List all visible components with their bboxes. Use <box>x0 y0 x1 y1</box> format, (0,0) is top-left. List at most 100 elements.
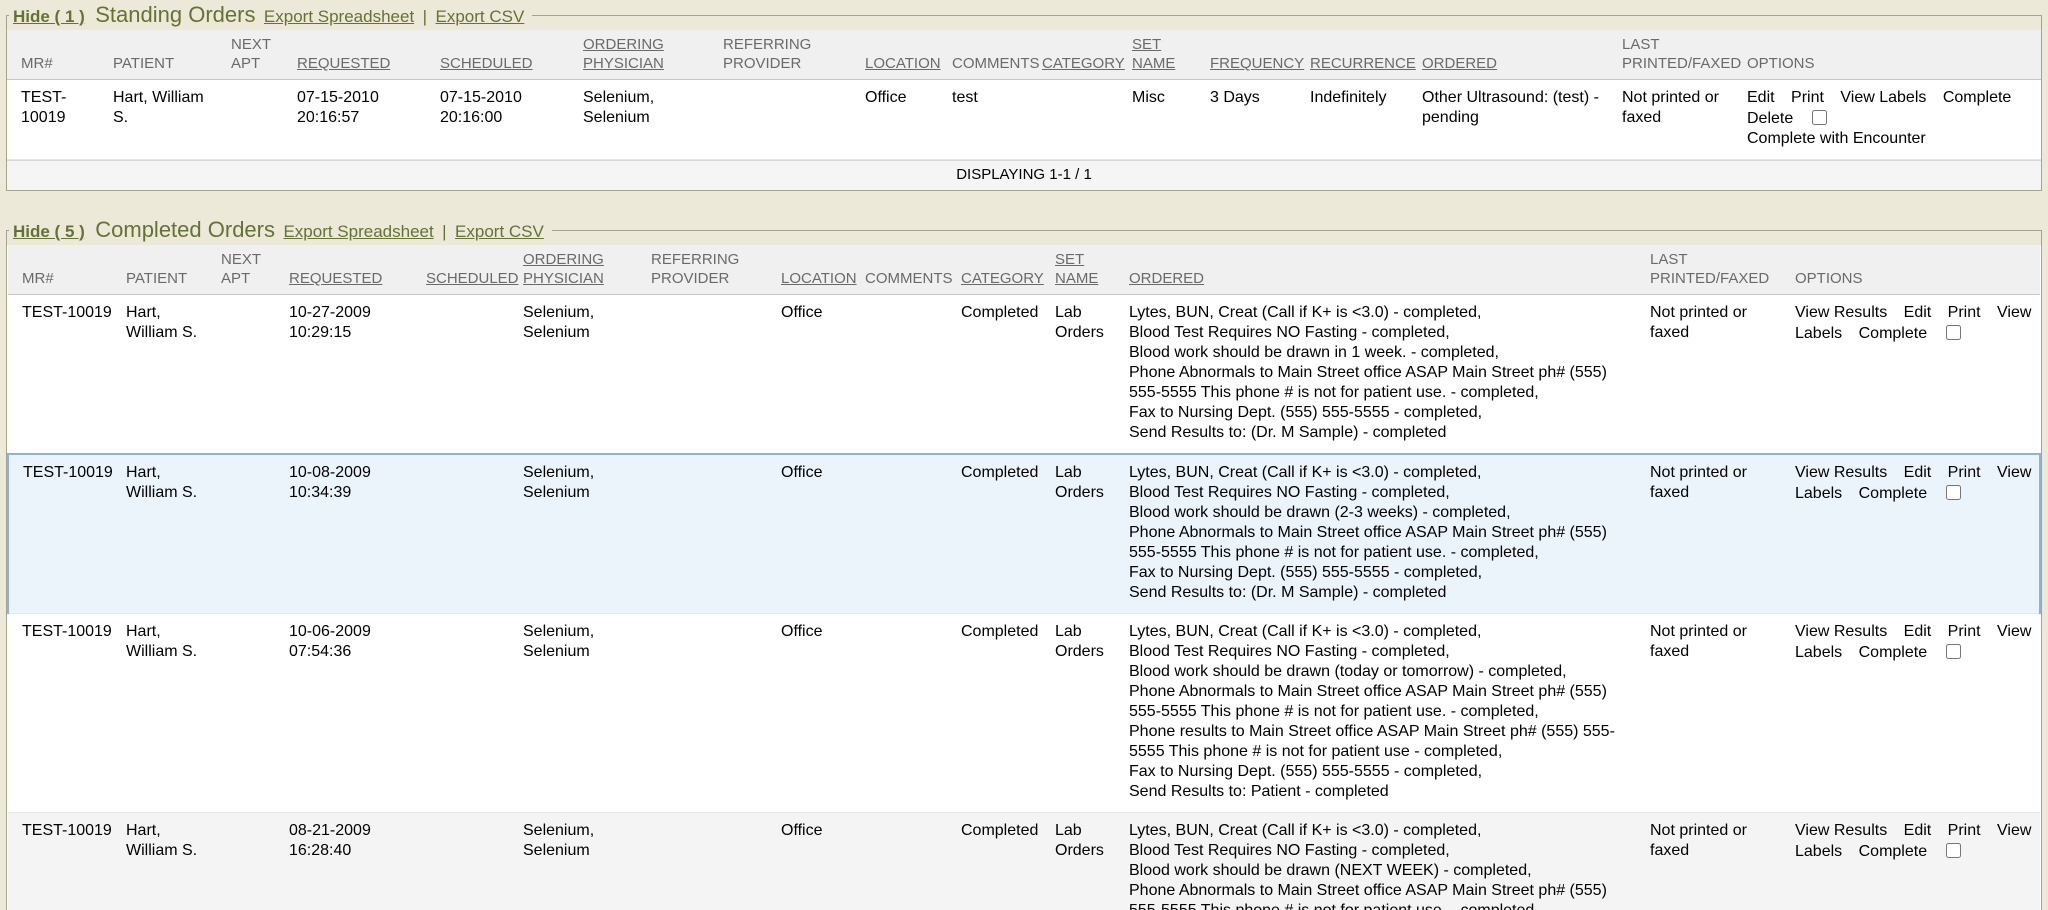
column-header-set_name[interactable]: SET NAME <box>1126 30 1204 80</box>
cell-options: View Results Edit Print View Labels Comp… <box>1789 454 2040 614</box>
cell-last_printed: Not printed or faxed <box>1616 80 1741 160</box>
view-results-link[interactable]: View Results <box>1795 623 1887 640</box>
column-header-location[interactable]: LOCATION <box>859 30 946 80</box>
table-row: TEST-10019Hart, William S. 08-21-2009 16:… <box>8 813 2040 910</box>
cell-location: Office <box>775 454 859 614</box>
edit-link[interactable]: Edit <box>1904 304 1932 321</box>
options-extra-row: Complete with Encounter <box>1747 129 2035 149</box>
complete-link[interactable]: Complete <box>1859 485 1927 502</box>
completed-orders-export-spreadsheet-link[interactable]: Export Spreadsheet <box>283 222 433 241</box>
view-labels-link[interactable]: View Labels <box>1840 89 1926 106</box>
table-row: TEST-10019Hart, William S.07-15-2010 20:… <box>7 80 2041 160</box>
column-header-scheduled[interactable]: SCHEDULED <box>420 245 517 295</box>
ordered-item: Blood Test Requires NO Fasting - complet… <box>1129 323 1638 343</box>
column-header-recurrence[interactable]: RECURRENCE <box>1304 30 1416 80</box>
cell-location: Office <box>775 614 859 813</box>
column-header-ordered[interactable]: ORDERED <box>1416 30 1616 80</box>
completed-orders-legend: Hide ( 5 ) Completed Orders Export Sprea… <box>9 217 552 243</box>
cell-requested: 07-15-2010 20:16:57 <box>291 80 434 160</box>
ordered-item: Phone Abnormals to Main Street office AS… <box>1129 363 1638 403</box>
ordered-item: Blood work should be drawn (NEXT WEEK) -… <box>1129 861 1638 881</box>
complete-link[interactable]: Complete <box>1859 843 1927 860</box>
cell-ordered: Lytes, BUN, Creat (Call if K+ is <3.0) -… <box>1123 454 1644 614</box>
column-header-next_apt: NEXT APT <box>225 30 291 80</box>
column-header-category[interactable]: CATEGORY <box>1036 30 1126 80</box>
column-header-options: OPTIONS <box>1741 30 2041 80</box>
options-checkbox[interactable] <box>1946 843 1961 858</box>
column-header-next_apt: NEXT APT <box>215 245 283 295</box>
cell-ordered: Lytes, BUN, Creat (Call if K+ is <3.0) -… <box>1123 813 1644 910</box>
complete-with-encounter-link[interactable]: Complete with Encounter <box>1747 130 1926 147</box>
complete-link[interactable]: Complete <box>1859 325 1927 342</box>
view-results-link[interactable]: View Results <box>1795 822 1887 839</box>
cell-last_printed: Not printed or faxed <box>1644 295 1789 455</box>
view-results-link[interactable]: View Results <box>1795 304 1887 321</box>
print-link[interactable]: Print <box>1948 623 1981 640</box>
cell-last_printed: Not printed or faxed <box>1644 614 1789 813</box>
print-link[interactable]: Print <box>1791 89 1824 106</box>
complete-link[interactable]: Complete <box>1943 89 2011 106</box>
ordered-item: Lytes, BUN, Creat (Call if K+ is <3.0) -… <box>1129 821 1638 841</box>
column-header-options: OPTIONS <box>1789 245 2040 295</box>
cell-set_name: Lab Orders <box>1049 614 1123 813</box>
cell-mr: TEST-10019 <box>8 295 120 455</box>
cell-mr: TEST-10019 <box>8 454 120 614</box>
completed-orders-export-csv-link[interactable]: Export CSV <box>455 222 544 241</box>
cell-referring_provider <box>645 614 775 813</box>
cell-scheduled <box>420 454 517 614</box>
column-header-ordering_physician[interactable]: ORDERING PHYSICIAN <box>577 30 717 80</box>
ordered-item: Phone Abnormals to Main Street office AS… <box>1129 523 1638 563</box>
edit-link[interactable]: Edit <box>1747 89 1775 106</box>
cell-mr: TEST-10019 <box>8 813 120 910</box>
header-row: MR#PATIENTNEXT APTREQUESTEDSCHEDULEDORDE… <box>7 30 2041 80</box>
column-header-frequency[interactable]: FREQUENCY <box>1204 30 1304 80</box>
options-checkbox[interactable] <box>1812 110 1827 125</box>
edit-link[interactable]: Edit <box>1904 464 1932 481</box>
ordered-item: Other Ultrasound: (test) - pending <box>1422 88 1610 128</box>
cell-comments <box>859 614 955 813</box>
column-header-category[interactable]: CATEGORY <box>955 245 1049 295</box>
column-header-patient: PATIENT <box>107 30 225 80</box>
ordered-item: Fax to Nursing Dept. (555) 555-5555 - co… <box>1129 563 1638 583</box>
column-header-ordering_physician[interactable]: ORDERING PHYSICIAN <box>517 245 645 295</box>
options-checkbox[interactable] <box>1946 325 1961 340</box>
legend-separator: | <box>423 7 427 26</box>
completed-orders-title: Completed Orders <box>95 217 275 242</box>
cell-category: Completed <box>955 813 1049 910</box>
standing-orders-hide-toggle[interactable]: Hide ( 1 ) <box>13 7 85 26</box>
edit-link[interactable]: Edit <box>1904 822 1932 839</box>
standing-orders-export-csv-link[interactable]: Export CSV <box>436 7 525 26</box>
standing-orders-export-spreadsheet-link[interactable]: Export Spreadsheet <box>264 7 414 26</box>
view-results-link[interactable]: View Results <box>1795 464 1887 481</box>
completed-orders-table: MR#PATIENTNEXT APTREQUESTEDSCHEDULEDORDE… <box>7 245 2041 910</box>
cell-requested: 08-21-2009 16:28:40 <box>283 813 420 910</box>
ordered-item: Blood work should be drawn in 1 week. - … <box>1129 343 1638 363</box>
cell-category: Completed <box>955 454 1049 614</box>
ordered-item: Send Results to: (Dr. M Sample) - comple… <box>1129 423 1638 443</box>
options-checkbox[interactable] <box>1946 485 1961 500</box>
print-link[interactable]: Print <box>1948 822 1981 839</box>
options-checkbox[interactable] <box>1946 644 1961 659</box>
complete-link[interactable]: Complete <box>1859 644 1927 661</box>
cell-requested: 10-27-2009 10:29:15 <box>283 295 420 455</box>
column-header-requested[interactable]: REQUESTED <box>283 245 420 295</box>
print-link[interactable]: Print <box>1948 304 1981 321</box>
table-row: TEST-10019Hart, William S.10-06-2009 07:… <box>8 614 2040 813</box>
cell-next_apt <box>215 295 283 455</box>
column-header-requested[interactable]: REQUESTED <box>291 30 434 80</box>
completed-orders-hide-toggle[interactable]: Hide ( 5 ) <box>13 222 85 241</box>
delete-link[interactable]: Delete <box>1747 110 1793 127</box>
edit-link[interactable]: Edit <box>1904 623 1932 640</box>
column-header-scheduled[interactable]: SCHEDULED <box>434 30 577 80</box>
standing-orders-paging-status: DISPLAYING 1-1 / 1 <box>7 160 2041 190</box>
standing-orders-legend: Hide ( 1 ) Standing Orders Export Spread… <box>9 2 532 28</box>
column-header-location[interactable]: LOCATION <box>775 245 859 295</box>
ordered-item: Lytes, BUN, Creat (Call if K+ is <3.0) -… <box>1129 622 1638 642</box>
cell-patient: Hart, William S. <box>120 813 215 910</box>
ordered-item: Send Results to: (Dr. M Sample) - comple… <box>1129 583 1638 603</box>
ordered-item: Blood Test Requires NO Fasting - complet… <box>1129 642 1638 662</box>
print-link[interactable]: Print <box>1948 464 1981 481</box>
column-header-set_name[interactable]: SET NAME <box>1049 245 1123 295</box>
column-header-ordered[interactable]: ORDERED <box>1123 245 1644 295</box>
cell-next_apt <box>215 614 283 813</box>
